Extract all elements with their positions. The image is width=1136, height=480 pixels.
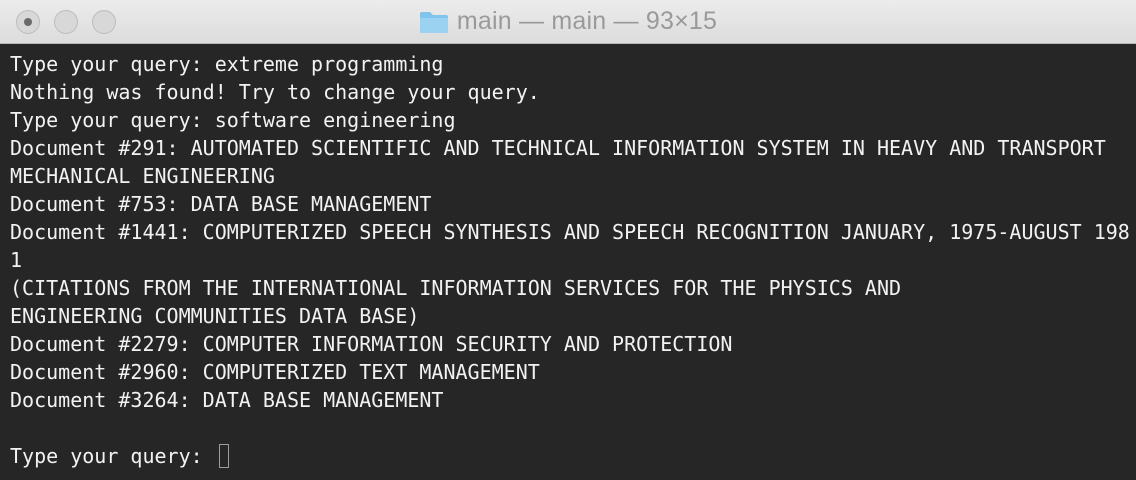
folder-icon — [419, 11, 448, 33]
terminal-line: Document #291: AUTOMATED SCIENTIFIC AND … — [10, 136, 1106, 160]
terminal-line: Document #753: DATA BASE MANAGEMENT — [10, 192, 432, 216]
terminal-line: 1 — [10, 248, 23, 272]
terminal-line: ENGINEERING COMMUNITIES DATA BASE) — [10, 304, 420, 328]
terminal-line: Document #3264: DATA BASE MANAGEMENT — [10, 388, 444, 412]
terminal-line: Document #2960: COMPUTERIZED TEXT MANAGE… — [10, 360, 540, 384]
title-bar[interactable]: main — main — 93×15 — [0, 0, 1136, 44]
text-cursor[interactable] — [218, 444, 229, 468]
terminal-output[interactable]: Type your query: extreme programming Not… — [0, 44, 1136, 480]
window-title-group: main — main — 93×15 — [0, 0, 1136, 43]
terminal-window: main — main — 93×15 Type your query: ext… — [0, 0, 1136, 480]
terminal-line: Type your query: software engineering — [10, 108, 456, 132]
terminal-line: (CITATIONS FROM THE INTERNATIONAL INFORM… — [10, 276, 902, 300]
terminal-line: Type your query: extreme programming — [10, 52, 444, 76]
prompt-text: Type your query: — [10, 444, 215, 468]
terminal-line: Document #2279: COMPUTER INFORMATION SEC… — [10, 332, 733, 356]
window-title: main — main — 93×15 — [456, 7, 718, 35]
prompt-line[interactable]: Type your query: — [10, 442, 1126, 470]
terminal-line: MECHANICAL ENGINEERING — [10, 164, 275, 188]
terminal-line: Nothing was found! Try to change your qu… — [10, 80, 540, 104]
terminal-line: Document #1441: COMPUTERIZED SPEECH SYNT… — [10, 220, 1130, 244]
